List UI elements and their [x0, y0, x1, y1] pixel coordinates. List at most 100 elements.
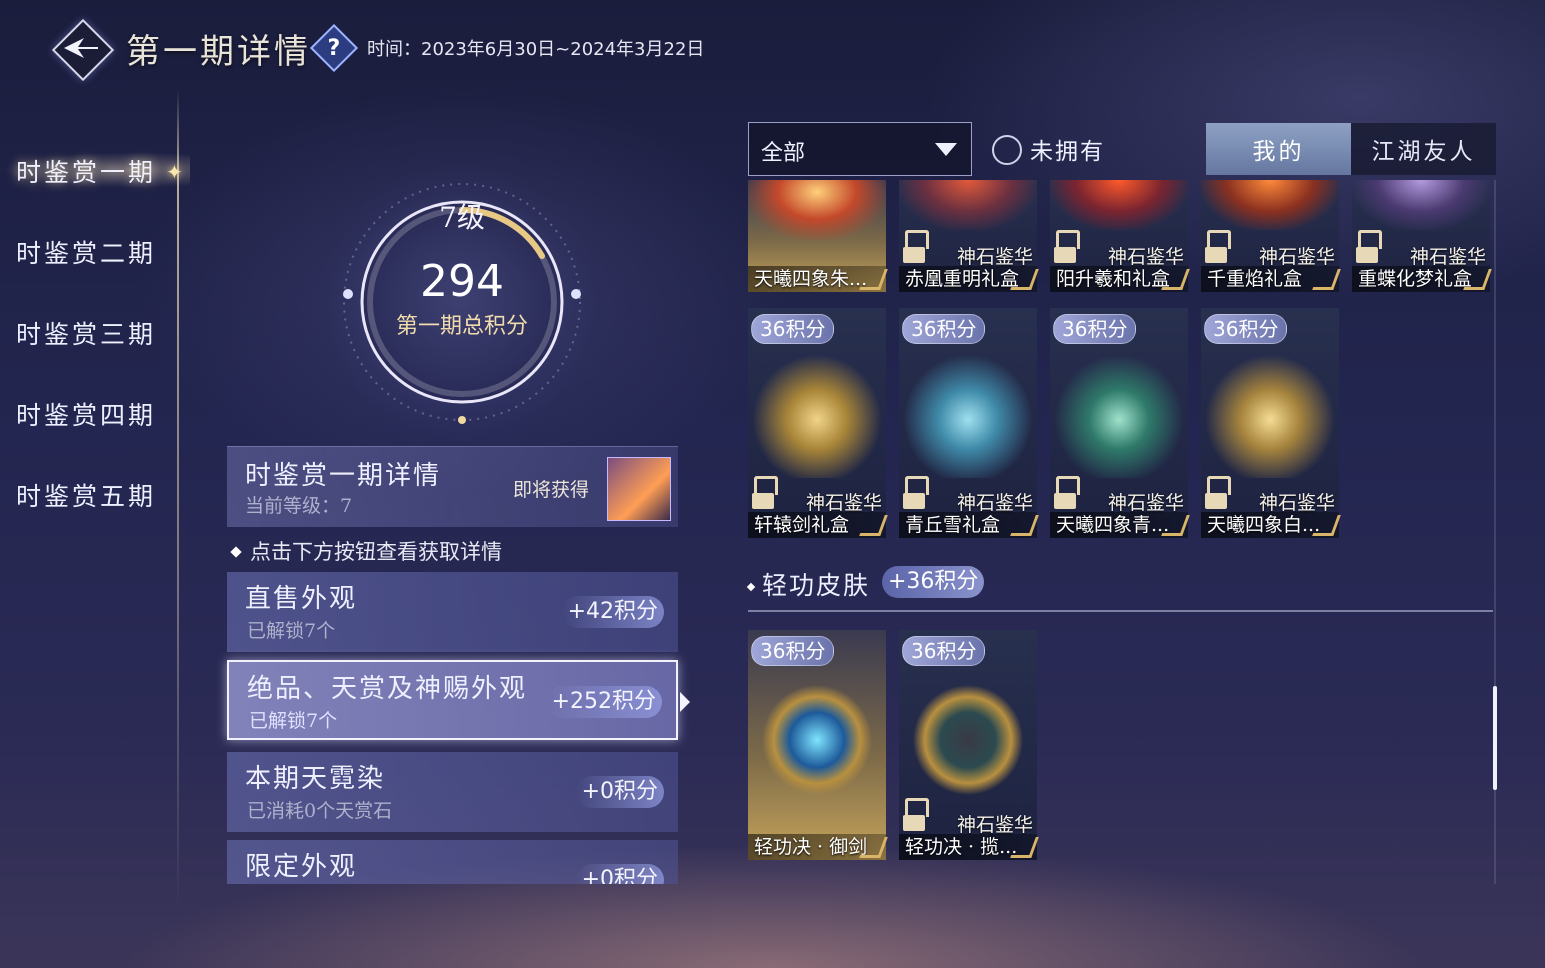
section-title-label: 轻功皮肤: [762, 571, 871, 600]
item-card[interactable]: 36积分 神石鉴华 天曦四象白...: [1201, 308, 1341, 538]
item-art: [748, 670, 886, 810]
item-art: [899, 180, 1037, 230]
item-source: 神石鉴华: [1107, 246, 1184, 268]
upcoming-reward-label: 即将获得: [513, 479, 590, 501]
level-ring: 7级 294 第一期总积分: [320, 160, 600, 440]
points-badge: 36积分: [751, 636, 835, 666]
lock-icon: [1205, 476, 1231, 509]
filter-dropdown[interactable]: 全部: [748, 122, 972, 176]
nav-item-season-3[interactable]: 时鉴赏三期: [0, 292, 180, 373]
lock-icon: [903, 230, 929, 263]
category-subtitle: 已解锁7个: [247, 620, 336, 642]
nav-item-season-2[interactable]: 时鉴赏二期: [0, 211, 180, 292]
active-marker-icon: ✦: [166, 160, 183, 184]
item-card[interactable]: 神石鉴华 阳升羲和礼盒: [1050, 180, 1190, 292]
category-subtitle: 已消耗0个天赏石: [247, 800, 393, 822]
not-owned-label: 未拥有: [1030, 139, 1105, 165]
not-owned-radio[interactable]: [992, 135, 1022, 165]
season-detail-card[interactable]: 时鉴赏一期详情 当前等级：7 即将获得: [227, 446, 678, 527]
detail-title: 时鉴赏一期详情: [245, 461, 442, 491]
item-art: [1352, 180, 1490, 230]
category-points: +0积分: [575, 776, 664, 808]
points-badge: 36积分: [1053, 314, 1137, 344]
time-label: 时间：: [367, 39, 421, 60]
category-title: 限定外观: [245, 852, 358, 882]
item-source: 神石鉴华: [956, 492, 1033, 514]
item-card[interactable]: 神石鉴华 千重焰礼盒: [1201, 180, 1341, 292]
lock-icon: [903, 798, 929, 831]
category-premium[interactable]: 绝品、天赏及神赐外观 已解锁7个 +252积分: [227, 660, 690, 740]
total-points-label: 第一期总积分: [395, 314, 528, 339]
category-subtitle: 已解锁7个: [249, 710, 338, 732]
item-source: 神石鉴华: [805, 492, 882, 514]
points-badge: 36积分: [1204, 314, 1288, 344]
category-list-clip: 限定外观 +0积分: [227, 840, 678, 884]
total-points: 294: [420, 256, 504, 307]
item-card[interactable]: 36积分 轻功决 · 御剑: [748, 630, 888, 860]
category-direct-sale[interactable]: 直售外观 已解锁7个 +42积分: [227, 572, 678, 652]
item-card[interactable]: 神石鉴华 赤凰重明礼盒: [899, 180, 1039, 292]
item-card[interactable]: 神石鉴华 重蝶化梦礼盒: [1352, 180, 1492, 292]
item-art: [748, 180, 886, 240]
filter-value: 全部: [761, 141, 806, 166]
category-limited[interactable]: 限定外观 +0积分: [227, 840, 678, 884]
selected-arrow-icon: [680, 692, 690, 712]
nav-item-label: 时鉴赏二期: [16, 238, 157, 268]
nav-item-season-1[interactable]: 时鉴赏一期: [0, 130, 190, 211]
page-title: 第一期详情: [126, 31, 311, 72]
lock-icon: [1205, 230, 1231, 263]
nav-item-season-4[interactable]: 时鉴赏四期: [0, 373, 180, 454]
category-points: +252积分: [545, 686, 662, 718]
item-art: [899, 348, 1037, 478]
help-icon-glyph: ?: [327, 35, 341, 61]
time-value: 2023年6月30日~2024年3月22日: [421, 39, 705, 60]
item-source: 神石鉴华: [1258, 246, 1335, 268]
section-points: +36积分: [882, 566, 985, 598]
item-card[interactable]: 天曦四象朱...: [748, 180, 888, 292]
category-points: +0积分: [575, 864, 664, 884]
item-art: [1201, 180, 1339, 230]
nav-item-label: 时鉴赏四期: [16, 400, 157, 430]
item-card[interactable]: 36积分 神石鉴华 轩辕剑礼盒: [748, 308, 888, 538]
points-badge: 36积分: [902, 314, 986, 344]
help-icon[interactable]: ?: [309, 23, 359, 73]
nav-item-label: 时鉴赏三期: [16, 319, 157, 349]
item-source: 神石鉴华: [1258, 492, 1335, 514]
current-level: 当前等级：7: [245, 495, 353, 517]
lock-icon: [1356, 230, 1382, 263]
level-label: 7级: [439, 201, 485, 234]
lock-icon: [1054, 230, 1080, 263]
dropdown-arrow-icon: [935, 143, 957, 156]
hint-label: 点击下方按钮查看获取详情: [250, 540, 502, 564]
bullet-icon: [746, 582, 756, 592]
item-art: [1050, 348, 1188, 478]
points-badge: 36积分: [902, 636, 986, 666]
item-art: [1201, 348, 1339, 478]
item-card[interactable]: 36积分 神石鉴华 青丘雪礼盒: [899, 308, 1039, 538]
category-dye[interactable]: 本期天霓染 已消耗0个天赏石 +0积分: [227, 752, 678, 832]
item-art: [1050, 180, 1188, 230]
lock-icon: [1054, 476, 1080, 509]
header: 第一期详情 ? 时间： 2023年6月30日~2024年3月22日: [51, 18, 705, 82]
item-art: [899, 670, 1037, 810]
item-source: 神石鉴华: [956, 246, 1033, 268]
category-title: 本期天霓染: [245, 764, 386, 794]
category-points: +42积分: [561, 596, 664, 628]
back-button[interactable]: [51, 18, 115, 82]
item-card[interactable]: 36积分 神石鉴华 轻功决 · 揽...: [899, 630, 1039, 860]
item-card[interactable]: 36积分 神石鉴华 天曦四象青...: [1050, 308, 1190, 538]
scrollbar-thumb[interactable]: [1493, 686, 1497, 790]
category-title: 绝品、天赏及神赐外观: [247, 674, 528, 704]
upcoming-reward-thumbnail[interactable]: [607, 457, 671, 521]
hint-text: 点击下方按钮查看获取详情: [230, 536, 502, 566]
tab-mine[interactable]: 我的: [1206, 123, 1351, 175]
tab-friends[interactable]: 江湖友人: [1351, 123, 1496, 175]
item-source: 神石鉴华: [1107, 492, 1184, 514]
nav-item-label: 时鉴赏一期: [16, 157, 157, 187]
item-art: [748, 348, 886, 478]
season-nav: 时鉴赏一期 时鉴赏二期 时鉴赏三期 时鉴赏四期 时鉴赏五期: [0, 130, 190, 535]
item-grid: 天曦四象朱... 神石鉴华 赤凰重明礼盒 神石鉴华 阳升羲和礼盒 神石鉴华 千重…: [748, 180, 1496, 884]
nav-item-season-5[interactable]: 时鉴赏五期: [0, 454, 180, 535]
item-source: 神石鉴华: [956, 814, 1033, 836]
lock-icon: [903, 476, 929, 509]
